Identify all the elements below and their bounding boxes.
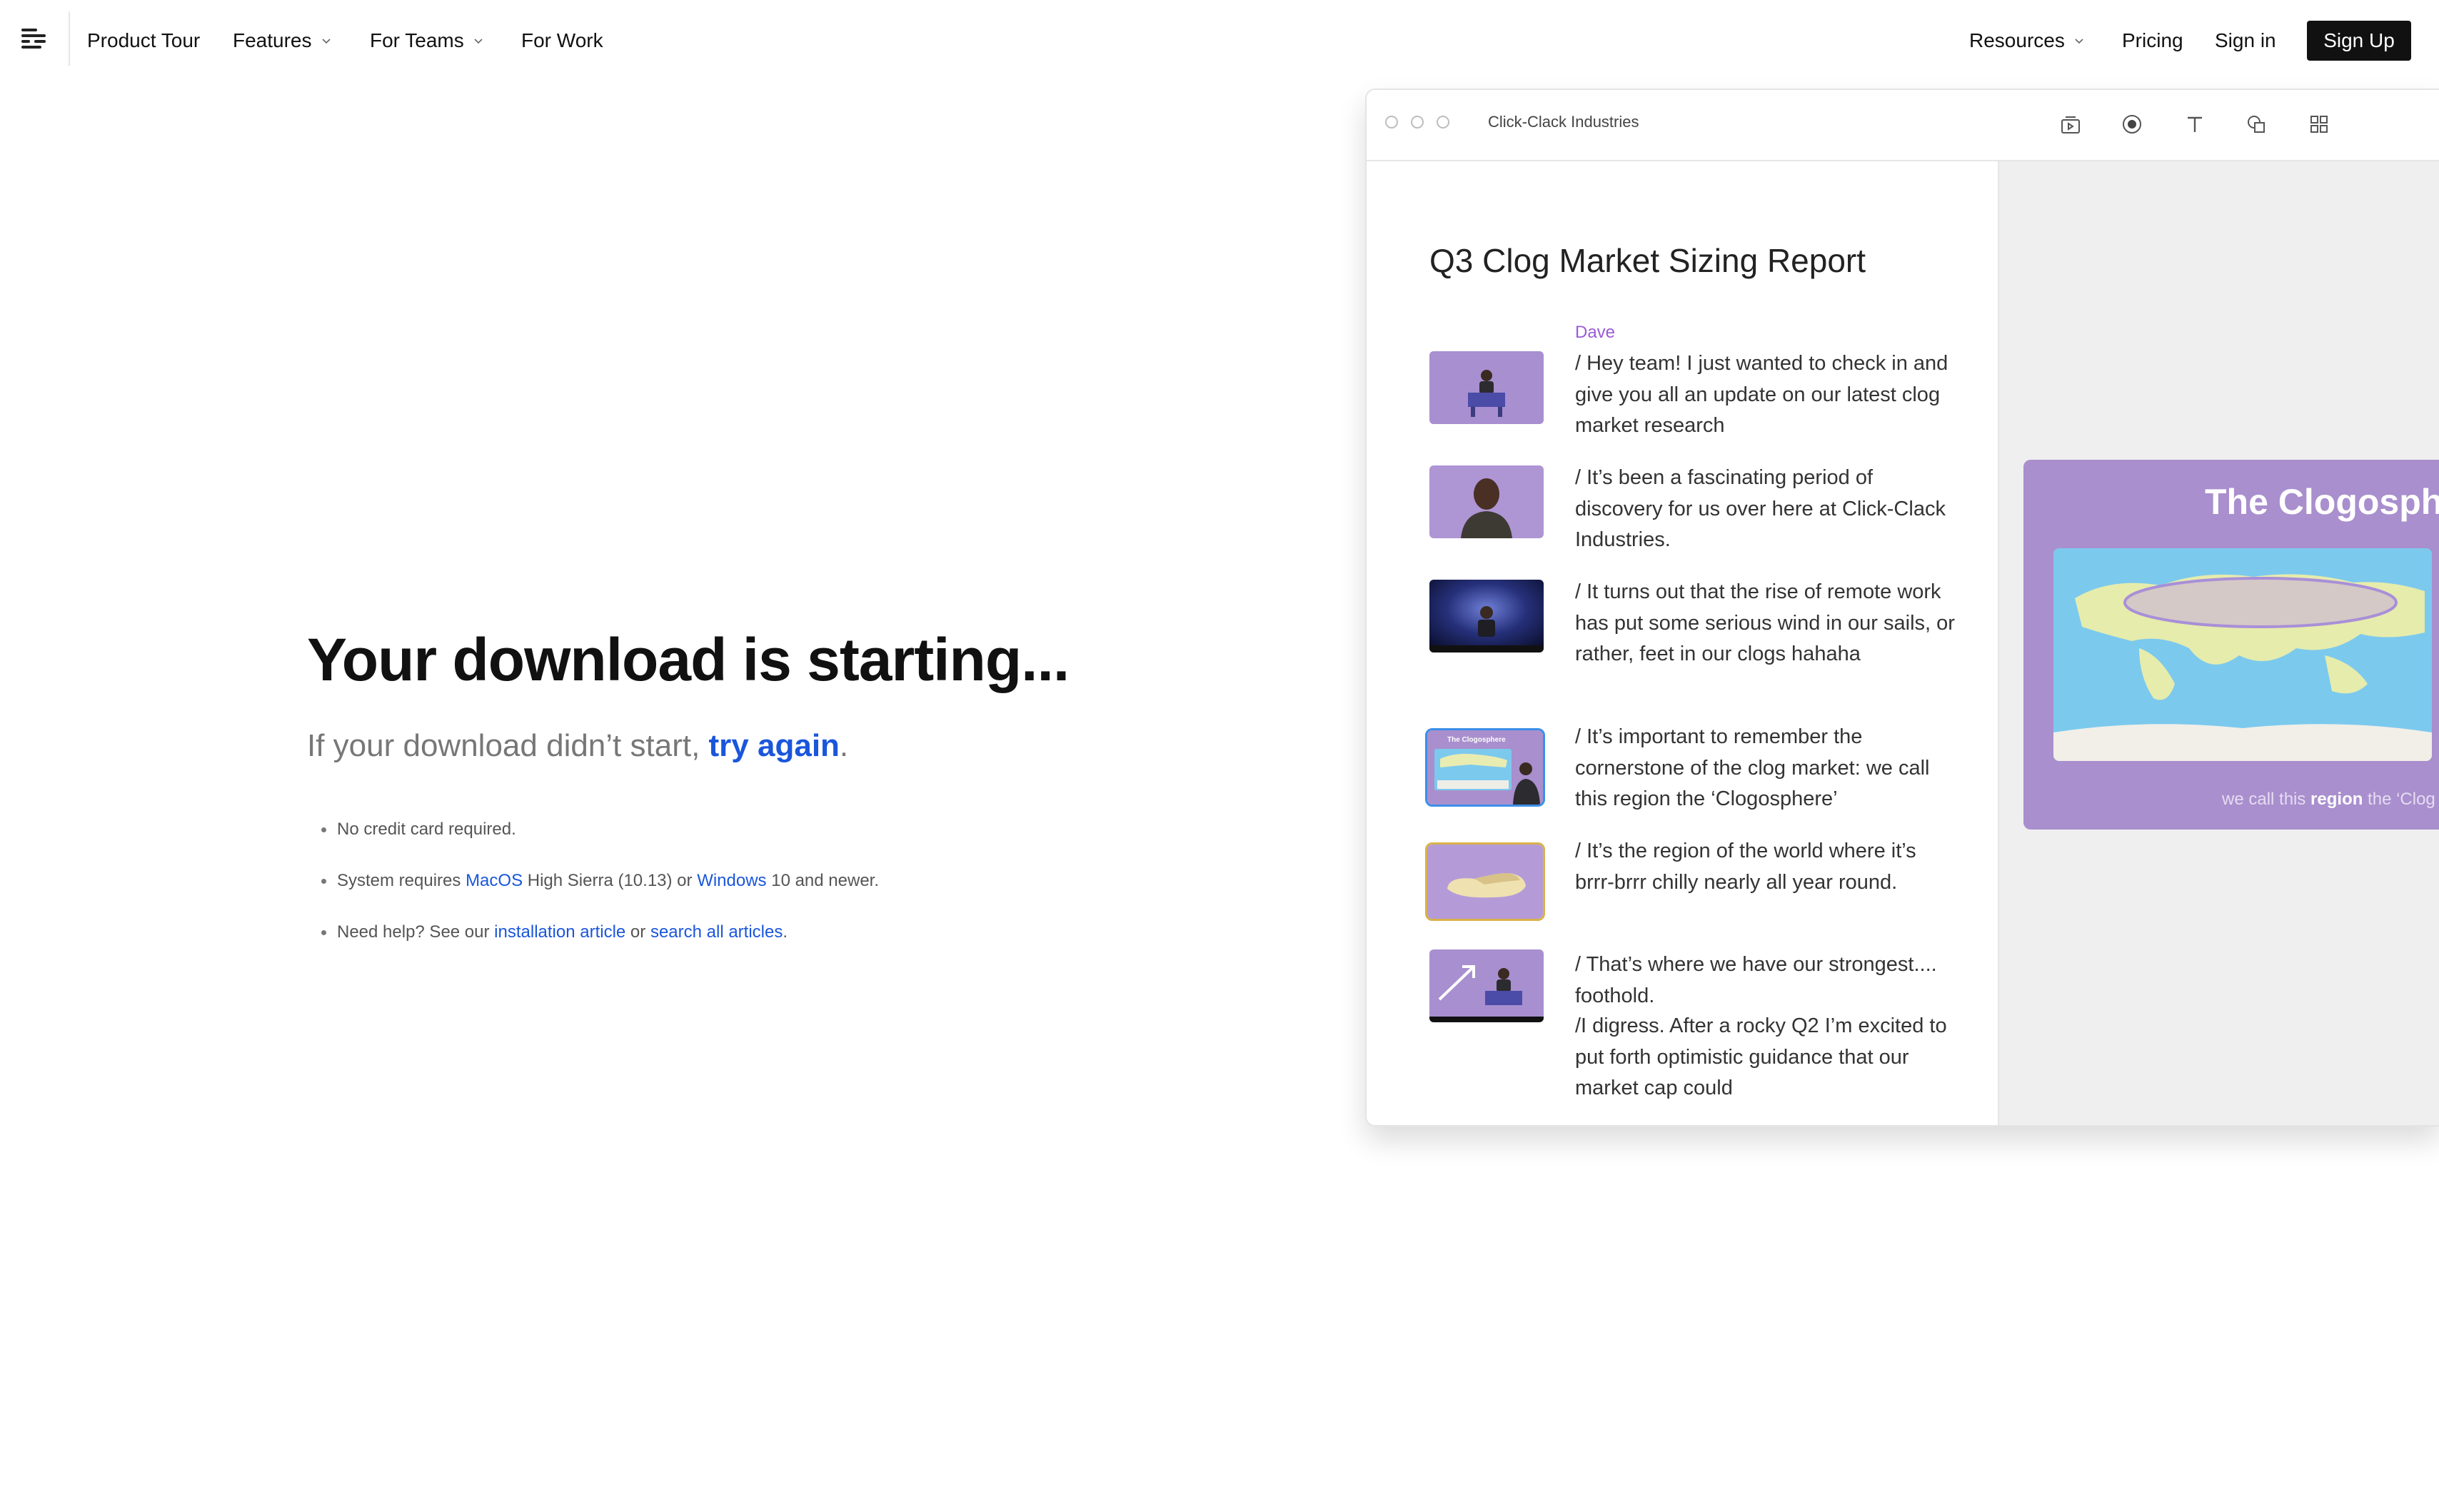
help-prefix: Need help? See our (337, 922, 495, 942)
scene-thumbnail[interactable] (1429, 351, 1544, 424)
windows-link[interactable]: Windows (697, 871, 766, 890)
record-tool[interactable] (2118, 110, 2146, 138)
list-item: Need help? See our installation article … (321, 917, 879, 968)
list-item: No credit card required. (321, 814, 879, 865)
nav-for-work[interactable]: For Work (521, 26, 603, 55)
help-mid: or (625, 922, 650, 942)
subtext-suffix: . (839, 728, 849, 763)
download-headline: Your download is starting... (307, 626, 1070, 693)
try-again-link[interactable]: try again (709, 728, 840, 763)
doc-title: Q3 Clog Market Sizing Report (1429, 242, 1866, 279)
help-suffix: . (783, 922, 788, 942)
nav-features[interactable]: Features (233, 26, 332, 55)
grid-icon (2310, 116, 2328, 133)
galaxy-scene-image (1429, 580, 1544, 652)
shape-tool[interactable] (2242, 110, 2270, 138)
shapes-icon (2248, 116, 2265, 133)
thumb-slide-title: The Clogosphere (1447, 736, 1506, 744)
scene-icon (2061, 116, 2080, 133)
requirements-list: No credit card required. System requires… (321, 814, 879, 968)
no-credit-card-text: No credit card required. (337, 820, 516, 839)
desk-scene-image (1429, 351, 1544, 424)
world-map-image (2053, 548, 2432, 761)
caption-suffix: the ‘Clog (2363, 790, 2435, 809)
nav-product-tour-label: Product Tour (87, 29, 201, 51)
add-scene-tool[interactable] (2056, 110, 2085, 138)
window-title: Click-Clack Industries (1488, 113, 1639, 131)
nav-pricing[interactable]: Pricing (2122, 26, 2183, 55)
nav-for-teams[interactable]: For Teams (370, 26, 484, 55)
chevron-down-icon (2075, 39, 2083, 44)
chevron-down-icon (474, 39, 483, 44)
slide-canvas: The Clogosph we call this region the ‘Cl… (1999, 161, 2439, 1125)
portrait-scene-image (1429, 465, 1544, 538)
nav-resources[interactable]: Resources (1969, 26, 2085, 55)
system-req-mid: High Sierra (10.13) or (523, 871, 698, 890)
script-paragraph[interactable]: / That’s where we have our strongest....… (1575, 949, 1961, 1012)
subtext-prefix: If your download didn’t start, (307, 728, 709, 763)
app-preview-window: Click-Clack Industries Q3 Clog Market Si… (1365, 89, 2439, 1127)
world-map (2053, 548, 2432, 761)
caption-bold: region (2310, 790, 2363, 809)
macos-link[interactable]: MacOS (466, 871, 523, 890)
nav-resources-label: Resources (1969, 29, 2065, 51)
system-req-suffix: 10 and newer. (766, 871, 879, 890)
clogosphere-slide-image: The Clogosphere (1427, 730, 1543, 805)
slide-title: The Clogosph (2205, 482, 2439, 522)
script-paragraph[interactable]: / It’s the region of the world where it’… (1575, 836, 1961, 898)
top-nav: Product Tour Features For Teams For Work… (0, 0, 2439, 80)
caption-prefix: we call this (2222, 790, 2311, 809)
grid-tool[interactable] (2305, 110, 2333, 138)
sign-up-button[interactable]: Sign Up (2307, 21, 2411, 61)
chevron-down-icon (321, 39, 331, 44)
nav-product-tour[interactable]: Product Tour (87, 26, 200, 55)
arrow-desk-scene-image (1429, 949, 1544, 1022)
nav-for-teams-label: For Teams (370, 29, 464, 51)
slide-caption: we call this region the ‘Clog (2222, 790, 2435, 810)
clog-scene-image (1427, 845, 1543, 919)
nav-features-label: Features (233, 29, 312, 51)
nav-divider (69, 11, 70, 66)
window-titlebar: Click-Clack Industries (1367, 90, 2439, 161)
window-zoom-dot (1437, 116, 1449, 128)
system-req-prefix: System requires (337, 871, 466, 890)
window-minimize-dot (1411, 116, 1424, 128)
scene-thumbnail[interactable] (1429, 580, 1544, 652)
scene-thumbnail[interactable] (1429, 949, 1544, 1022)
record-icon (2123, 115, 2141, 133)
window-close-dot (1385, 116, 1398, 128)
script-paragraph[interactable]: / It’s important to remember the corners… (1575, 722, 1961, 815)
scene-thumbnail-selected[interactable] (1425, 842, 1545, 921)
nav-for-work-label: For Work (521, 29, 603, 51)
script-paragraph[interactable]: / Hey team! I just wanted to check in an… (1575, 348, 1961, 442)
slide-preview[interactable]: The Clogosph we call this region the ‘Cl… (2023, 460, 2439, 830)
list-item: System requires MacOS High Sierra (10.13… (321, 865, 879, 917)
download-subtext: If your download didn’t start, try again… (307, 728, 848, 764)
text-tool[interactable] (2181, 110, 2209, 138)
script-document: Q3 Clog Market Sizing Report Dave The Cl… (1367, 161, 1999, 1125)
script-paragraph[interactable]: /I digress. After a rocky Q2 I’m excited… (1575, 1011, 1961, 1104)
text-icon (2188, 116, 2202, 132)
scene-thumbnail[interactable] (1429, 465, 1544, 538)
nav-sign-in[interactable]: Sign in (2215, 26, 2276, 55)
script-paragraph[interactable]: / It turns out that the rise of remote w… (1575, 577, 1961, 670)
logo-icon[interactable] (20, 26, 49, 54)
speaker-label: Dave (1575, 323, 1616, 342)
installation-article-link[interactable]: installation article (494, 922, 625, 942)
nav-sign-in-label: Sign in (2215, 29, 2276, 51)
search-all-articles-link[interactable]: search all articles (650, 922, 783, 942)
scene-thumbnail-selected[interactable]: The Clogosphere (1425, 728, 1545, 807)
script-paragraph[interactable]: / It’s been a fascinating period of disc… (1575, 463, 1961, 556)
nav-pricing-label: Pricing (2122, 29, 2183, 51)
